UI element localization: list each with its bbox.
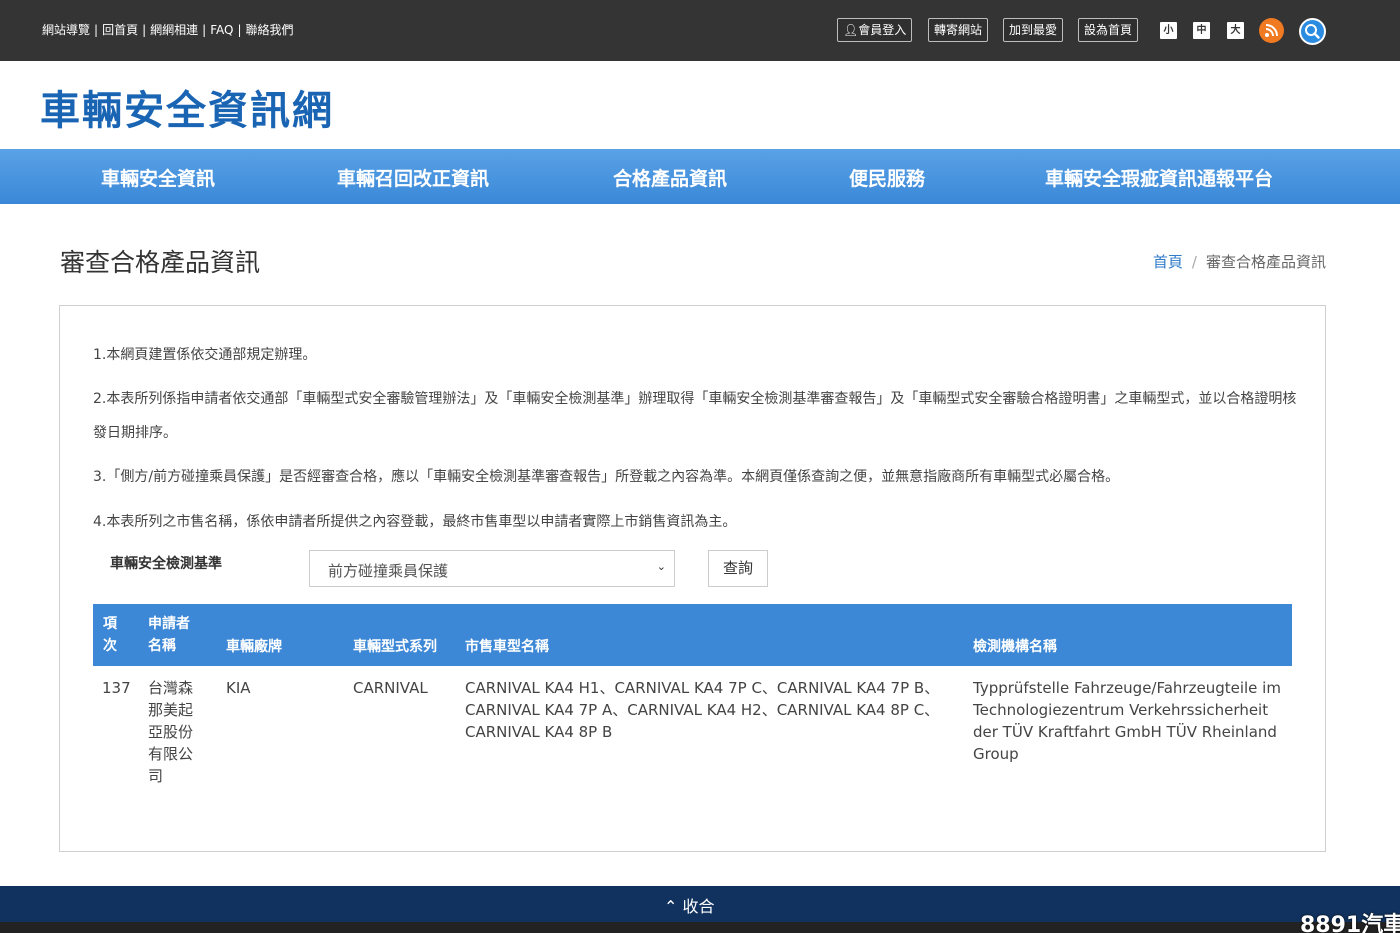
rss-icon[interactable]: [1259, 18, 1284, 43]
breadcrumb-current: 審查合格產品資訊: [1205, 253, 1326, 271]
share-site-button[interactable]: 轉寄網站: [928, 18, 989, 42]
font-small-button[interactable]: 小: [1160, 22, 1177, 39]
note-4: 4.本表所列之市售名稱，係依申請者所提供之內容登載，最終市售車型以申請者實際上市…: [93, 514, 737, 530]
cell-series: CARNIVAL: [353, 679, 428, 697]
header-applicant: 申請者名稱: [148, 616, 190, 654]
login-label: 會員登入: [858, 23, 907, 37]
contact-link[interactable]: 聯絡我們: [245, 23, 293, 37]
breadcrumb-separator: /: [1191, 253, 1197, 271]
set-homepage-button[interactable]: 設為首頁: [1078, 18, 1139, 42]
site-title[interactable]: 車輛安全資訊網: [40, 78, 334, 136]
font-large-button[interactable]: 大: [1227, 22, 1244, 39]
sitemap-link[interactable]: 網站導覽: [42, 23, 90, 37]
header-series: 車輛型式系列: [353, 639, 437, 655]
note-1: 1.本網頁建置係依交通部規定辦理。: [93, 347, 317, 363]
cell-applicant: 台灣森那美起亞股份有限公司: [148, 679, 194, 785]
footer-strip: [0, 922, 1400, 933]
search-icon[interactable]: [1299, 18, 1326, 45]
query-button[interactable]: 查詢: [708, 550, 768, 587]
nav-defect-report-platform[interactable]: 車輛安全瑕疵資訊通報平台: [1045, 164, 1273, 191]
faq-link[interactable]: FAQ: [210, 23, 233, 37]
standard-select[interactable]: 前方碰撞乘員保護 ⌄: [309, 550, 675, 587]
cell-model-names: CARNIVAL KA4 H1、CARNIVAL KA4 7P C、CARNIV…: [465, 679, 940, 741]
utility-links: 網站導覽 | 回首頁 | 網網相連 | FAQ | 聯絡我們: [42, 23, 294, 37]
collapse-button[interactable]: ⌃ 收合: [664, 893, 715, 917]
note-3: 3.「側方/前方碰撞乘員保護」是否經審查合格，應以「車輛安全檢測基準審查報告」所…: [93, 469, 1120, 485]
page-title: 審查合格產品資訊: [60, 248, 261, 277]
header-index: 項次: [103, 616, 117, 654]
user-icon: 👤︎: [843, 23, 859, 37]
home-link[interactable]: 回首頁: [102, 23, 138, 37]
collapse-label: 收合: [682, 897, 715, 916]
cell-index: 137: [102, 679, 131, 697]
note-2: 2.本表所列係指申請者依交通部「車輛型式安全審驗管理辦法」及「車輛安全檢測基準」…: [93, 391, 1297, 441]
header-brand: 車輛廠牌: [226, 639, 282, 655]
breadcrumb: 首頁 / 審查合格產品資訊: [1153, 251, 1326, 272]
chevron-up-icon: ⌃: [664, 897, 678, 916]
header-model-names: 市售車型名稱: [465, 639, 549, 655]
font-medium-button[interactable]: 中: [1193, 22, 1210, 39]
chevron-down-icon: ⌄: [656, 560, 666, 573]
breadcrumb-home[interactable]: 首頁: [1153, 253, 1183, 271]
header-agency: 檢測機構名稱: [973, 639, 1057, 655]
cell-brand: KIA: [226, 679, 251, 697]
nav-vehicle-safety-info[interactable]: 車輛安全資訊: [101, 164, 215, 191]
cell-agency: Typprüfstelle Fahrzeuge/Fahrzeugteile im…: [973, 679, 1281, 763]
watermark-logo: 8891汽車: [1300, 913, 1400, 933]
related-sites-link[interactable]: 網網相連: [150, 23, 198, 37]
login-button[interactable]: 👤︎會員登入: [837, 18, 913, 42]
add-favorite-button[interactable]: 加到最愛: [1003, 18, 1064, 42]
standard-select-value: 前方碰撞乘員保護: [328, 562, 449, 580]
nav-certified-products[interactable]: 合格產品資訊: [613, 164, 727, 191]
nav-public-services[interactable]: 便民服務: [849, 164, 925, 191]
standard-filter-label: 車輛安全檢測基準: [110, 556, 222, 572]
nav-recall-info[interactable]: 車輛召回改正資訊: [337, 164, 489, 191]
main-nav: 車輛安全資訊 車輛召回改正資訊 合格產品資訊 便民服務 車輛安全瑕疵資訊通報平台: [0, 149, 1400, 204]
